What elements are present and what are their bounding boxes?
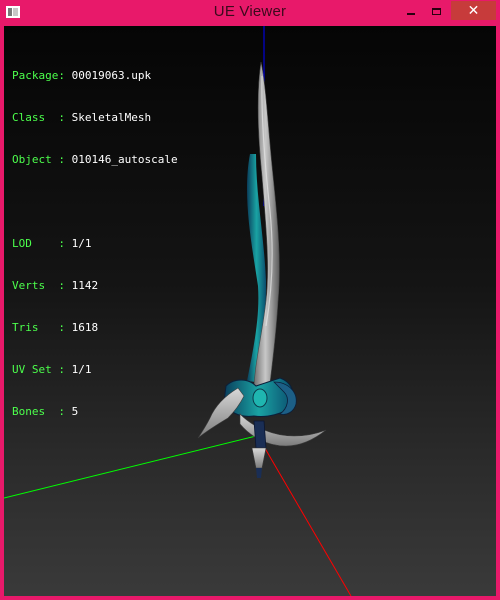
info-package-row: Package: 00019063.upk: [12, 69, 178, 83]
info-label: LOD :: [12, 237, 65, 250]
close-button[interactable]: ✕: [451, 1, 496, 20]
info-lod-row: LOD : 1/1: [12, 237, 178, 251]
info-verts-row: Verts : 1142: [12, 279, 178, 293]
sword-grip: [253, 420, 267, 449]
info-label: Object :: [12, 153, 65, 166]
sword-pommel: [251, 447, 267, 469]
sword-pommel-tip: [256, 468, 262, 478]
maximize-icon: [431, 7, 441, 15]
info-uvset-row: UV Set : 1/1: [12, 363, 178, 377]
axis-x-line: [258, 437, 352, 596]
info-tris-row: Tris : 1618: [12, 321, 178, 335]
guard-gem: [252, 388, 268, 408]
sword-mesh[interactable]: [197, 61, 327, 478]
info-value: 00019063.upk: [71, 69, 152, 82]
info-label: Package:: [12, 69, 65, 82]
info-label: Tris :: [12, 321, 65, 334]
mesh-info-overlay: Package: 00019063.upk Class : SkeletalMe…: [12, 41, 178, 447]
info-label: Bones :: [12, 405, 65, 418]
close-icon: ✕: [467, 2, 480, 19]
info-value: 1/1: [71, 237, 92, 250]
app-window: UE Viewer ✕ Package: 00019063.upk Class …: [0, 0, 500, 600]
info-bones-row: Bones : 5: [12, 405, 178, 419]
3d-viewport[interactable]: Package: 00019063.upk Class : SkeletalMe…: [4, 26, 496, 596]
maximize-button[interactable]: [425, 1, 447, 21]
minimize-button[interactable]: [400, 1, 422, 21]
minimize-icon: [407, 13, 415, 15]
info-label: Verts :: [12, 279, 65, 292]
info-value: 1618: [71, 321, 99, 334]
info-value: 1/1: [71, 363, 92, 376]
info-value: SkeletalMesh: [71, 111, 152, 124]
info-class-row: Class : SkeletalMesh: [12, 111, 178, 125]
info-value: 010146_autoscale: [71, 153, 178, 166]
info-label: Class :: [12, 111, 65, 124]
info-value: 1142: [71, 279, 99, 292]
info-spacer: [12, 195, 178, 209]
info-value: 5: [71, 405, 79, 418]
guard-right-sweep: [239, 413, 327, 447]
info-label: UV Set :: [12, 363, 65, 376]
info-object-row: Object : 010146_autoscale: [12, 153, 178, 167]
title-bar[interactable]: UE Viewer ✕: [0, 0, 500, 26]
